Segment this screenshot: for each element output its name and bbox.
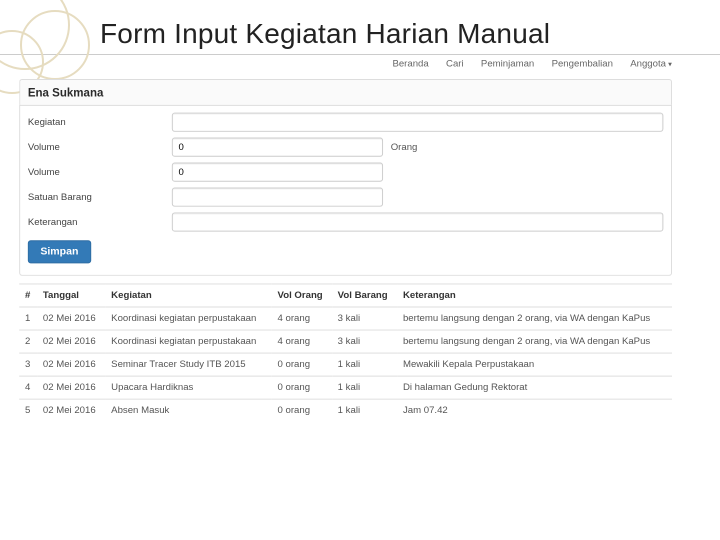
nav-peminjaman[interactable]: Peminjaman <box>481 59 534 70</box>
input-satuan-barang[interactable] <box>172 187 383 206</box>
nav-pengembalian[interactable]: Pengembalian <box>552 59 613 70</box>
cell-vol_barang: 1 kali <box>332 353 397 376</box>
th-vol-barang: Vol Barang <box>332 284 397 307</box>
cell-vol_barang: 3 kali <box>332 330 397 353</box>
slide-title: Form Input Kegiatan Harian Manual <box>0 0 720 55</box>
kegiatan-table: # Tanggal Kegiatan Vol Orang Vol Barang … <box>19 283 672 421</box>
th-vol-orang: Vol Orang <box>272 284 332 307</box>
table-row: 202 Mei 2016Koordinasi kegiatan perpusta… <box>19 330 672 353</box>
input-volume-barang[interactable] <box>172 163 383 182</box>
input-volume-orang[interactable] <box>172 138 383 157</box>
cell-tanggal: 02 Mei 2016 <box>37 376 105 399</box>
cell-kegiatan: Koordinasi kegiatan perpustakaan <box>105 330 271 353</box>
save-button[interactable]: Simpan <box>28 240 91 263</box>
cell-tanggal: 02 Mei 2016 <box>37 353 105 376</box>
cell-keterangan: bertemu langsung dengan 2 orang, via WA … <box>397 330 672 353</box>
cell-vol_orang: 4 orang <box>272 330 332 353</box>
top-nav: Beranda Cari Peminjaman Pengembalian Ang… <box>19 55 672 79</box>
label-volume-orang: Volume <box>28 142 172 153</box>
cell-keterangan: bertemu langsung dengan 2 orang, via WA … <box>397 307 672 330</box>
table-row: 502 Mei 2016Absen Masuk0 orang1 kaliJam … <box>19 399 672 422</box>
table-row: 102 Mei 2016Koordinasi kegiatan perpusta… <box>19 307 672 330</box>
cell-no: 1 <box>19 307 37 330</box>
cell-kegiatan: Absen Masuk <box>105 399 271 422</box>
table-header-row: # Tanggal Kegiatan Vol Orang Vol Barang … <box>19 284 672 307</box>
cell-vol_orang: 0 orang <box>272 376 332 399</box>
cell-no: 2 <box>19 330 37 353</box>
cell-keterangan: Di halaman Gedung Rektorat <box>397 376 672 399</box>
table-row: 302 Mei 2016Seminar Tracer Study ITB 201… <box>19 353 672 376</box>
cell-kegiatan: Upacara Hardiknas <box>105 376 271 399</box>
cell-vol_orang: 0 orang <box>272 399 332 422</box>
cell-keterangan: Jam 07.42 <box>397 399 672 422</box>
cell-keterangan: Mewakili Kepala Perpustakaan <box>397 353 672 376</box>
cell-no: 5 <box>19 399 37 422</box>
cell-vol_barang: 3 kali <box>332 307 397 330</box>
th-kegiatan: Kegiatan <box>105 284 271 307</box>
cell-tanggal: 02 Mei 2016 <box>37 330 105 353</box>
cell-tanggal: 02 Mei 2016 <box>37 307 105 330</box>
cell-vol_barang: 1 kali <box>332 376 397 399</box>
cell-vol_barang: 1 kali <box>332 399 397 422</box>
label-volume-barang: Volume <box>28 167 172 178</box>
cell-tanggal: 02 Mei 2016 <box>37 399 105 422</box>
input-keterangan[interactable] <box>172 212 664 231</box>
cell-no: 3 <box>19 353 37 376</box>
th-no: # <box>19 284 37 307</box>
nav-beranda[interactable]: Beranda <box>392 59 428 70</box>
cell-kegiatan: Koordinasi kegiatan perpustakaan <box>105 307 271 330</box>
nav-cari[interactable]: Cari <box>446 59 464 70</box>
panel-user-name: Ena Sukmana <box>19 79 672 105</box>
cell-kegiatan: Seminar Tracer Study ITB 2015 <box>105 353 271 376</box>
input-kegiatan[interactable] <box>172 113 664 132</box>
label-kegiatan: Kegiatan <box>28 117 172 128</box>
label-keterangan: Keterangan <box>28 217 172 228</box>
table-row: 402 Mei 2016Upacara Hardiknas0 orang1 ka… <box>19 376 672 399</box>
th-keterangan: Keterangan <box>397 284 672 307</box>
cell-vol_orang: 4 orang <box>272 307 332 330</box>
th-tanggal: Tanggal <box>37 284 105 307</box>
form-kegiatan: Kegiatan Volume Orang Volume Satuan Bara… <box>19 105 672 276</box>
cell-vol_orang: 0 orang <box>272 353 332 376</box>
unit-orang: Orang <box>391 142 418 153</box>
nav-anggota[interactable]: Anggota <box>630 59 672 70</box>
cell-no: 4 <box>19 376 37 399</box>
label-satuan-barang: Satuan Barang <box>28 192 172 203</box>
